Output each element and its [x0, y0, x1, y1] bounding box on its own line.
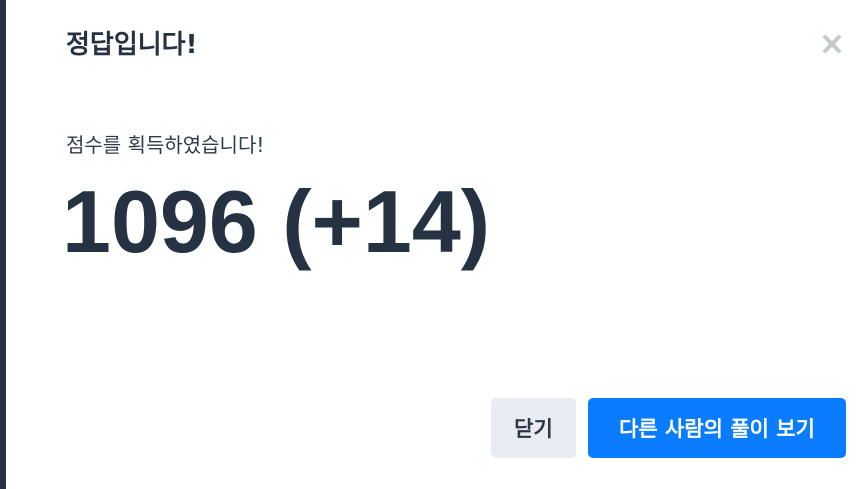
modal-title: 정답입니다!	[66, 30, 198, 60]
result-modal: 정답입니다! 점수를 획득하였습니다! 1096 (+14) 닫기 다른 사람의…	[6, 0, 868, 489]
score-message: 점수를 획득하였습니다!	[66, 133, 265, 157]
close-icon	[823, 35, 841, 53]
close-button[interactable]: 닫기	[491, 398, 576, 458]
score-value: 1096 (+14)	[62, 172, 491, 271]
modal-close-button[interactable]	[816, 28, 848, 60]
view-other-solutions-button[interactable]: 다른 사람의 풀이 보기	[588, 398, 846, 458]
modal-footer: 닫기 다른 사람의 풀이 보기	[491, 398, 846, 458]
